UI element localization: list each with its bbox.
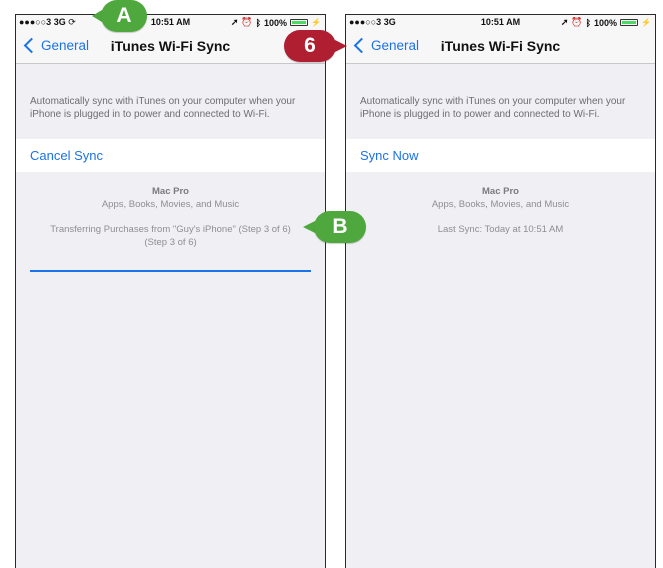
battery-percent: 100% [264, 17, 288, 28]
content-types: Apps, Books, Movies, and Music [431, 199, 570, 210]
sync-status-line-2: (Step 3 of 6) [144, 237, 197, 248]
navigation-bar: General iTunes Wi-Fi Sync [16, 29, 325, 64]
sync-progress-bar [30, 270, 311, 272]
battery-percent: 100% [594, 17, 618, 28]
charging-icon: ⚡ [641, 18, 651, 27]
callout-6-pointer [335, 40, 347, 52]
callout-b: B [314, 211, 366, 243]
page-title: iTunes Wi-Fi Sync [110, 38, 231, 54]
battery-icon [620, 19, 639, 26]
charging-icon: ⚡ [311, 18, 321, 27]
location-icon: ➚ [560, 17, 569, 27]
navigation-bar: General iTunes Wi-Fi Sync [346, 29, 655, 64]
left-phone-screen: ●●●○○3 3G ⟳ 10:51 AM ➚ ⏰ ᛒ 100% ⚡ Genera… [15, 14, 326, 568]
content-types: Apps, Books, Movies, and Music [101, 199, 240, 210]
status-bar: ●●●○○3 3G 10:51 AM ➚ ⏰ ᛒ 100% ⚡ [346, 15, 655, 29]
callout-a: A [101, 0, 147, 32]
alarm-icon: ⏰ [241, 17, 253, 27]
sync-description: Automatically sync with iTunes on your c… [360, 96, 626, 120]
cancel-sync-button[interactable]: Cancel Sync [30, 148, 103, 163]
sync-status-line-1: Transferring Purchases from "Guy's iPhon… [50, 224, 291, 235]
bluetooth-icon: ᛒ [585, 17, 591, 28]
sync-now-button[interactable]: Sync Now [360, 148, 419, 163]
page-title: iTunes Wi-Fi Sync [440, 38, 561, 54]
cancel-sync-cell[interactable]: Cancel Sync [16, 139, 325, 172]
sync-description: Automatically sync with iTunes on your c… [30, 96, 296, 120]
status-bar: ●●●○○3 3G ⟳ 10:51 AM ➚ ⏰ ᛒ 100% ⚡ [16, 15, 325, 29]
sync-now-cell[interactable]: Sync Now [346, 139, 655, 172]
last-sync-status: Last Sync: Today at 10:51 AM [437, 224, 564, 235]
location-icon: ➚ [230, 17, 239, 27]
alarm-icon: ⏰ [571, 17, 583, 27]
bluetooth-icon: ᛒ [255, 17, 261, 28]
right-phone-screen: ●●●○○3 3G 10:51 AM ➚ ⏰ ᛒ 100% ⚡ General … [345, 14, 656, 568]
device-name: Mac Pro [482, 186, 519, 197]
battery-icon [290, 19, 309, 26]
callout-6: 6 [284, 30, 336, 62]
device-name: Mac Pro [152, 186, 189, 197]
